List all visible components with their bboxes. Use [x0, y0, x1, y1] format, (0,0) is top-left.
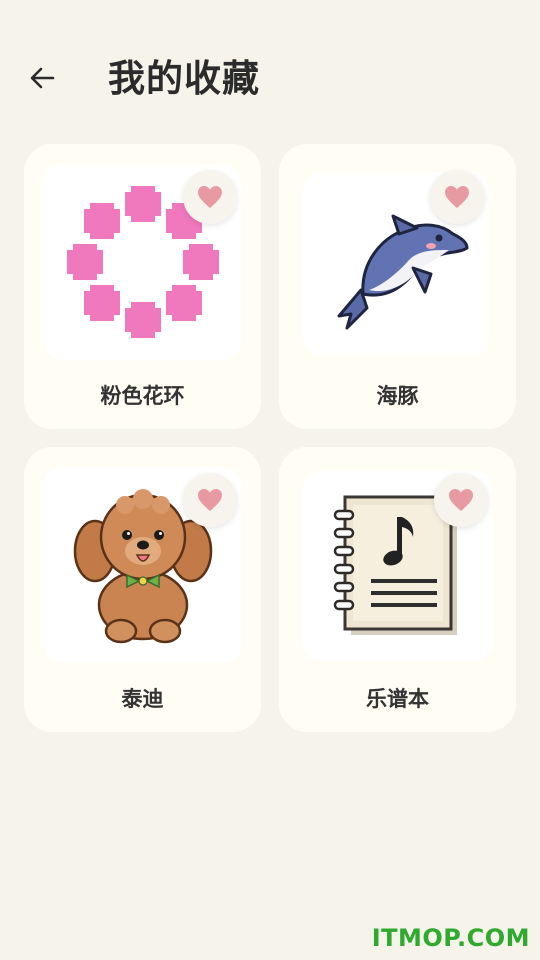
watermark-text: ITMOP.COM [371, 924, 530, 952]
favorite-card[interactable]: 海豚 [279, 144, 516, 429]
page-title: 我的收藏 [108, 57, 260, 100]
heart-icon [198, 489, 222, 511]
header: 我的收藏 [0, 0, 540, 160]
heart-icon [198, 186, 222, 208]
favorite-button[interactable] [430, 170, 484, 224]
back-button[interactable] [22, 58, 62, 98]
artwork-name: 粉色花环 [100, 384, 185, 408]
favorite-card[interactable]: 泰迪 [24, 447, 261, 732]
artwork-name: 海豚 [376, 384, 419, 408]
artwork-name: 乐谱本 [366, 687, 429, 711]
heart-icon [449, 489, 473, 511]
favorite-card[interactable]: 乐谱本 [279, 447, 516, 732]
favorite-button[interactable] [183, 473, 237, 527]
artwork-name: 泰迪 [121, 687, 164, 711]
favorite-button[interactable] [183, 170, 237, 224]
arrow-left-icon [30, 67, 55, 89]
favorite-card[interactable]: 粉色花环 [24, 144, 261, 429]
favorite-button[interactable] [434, 473, 488, 527]
heart-icon [445, 186, 469, 208]
